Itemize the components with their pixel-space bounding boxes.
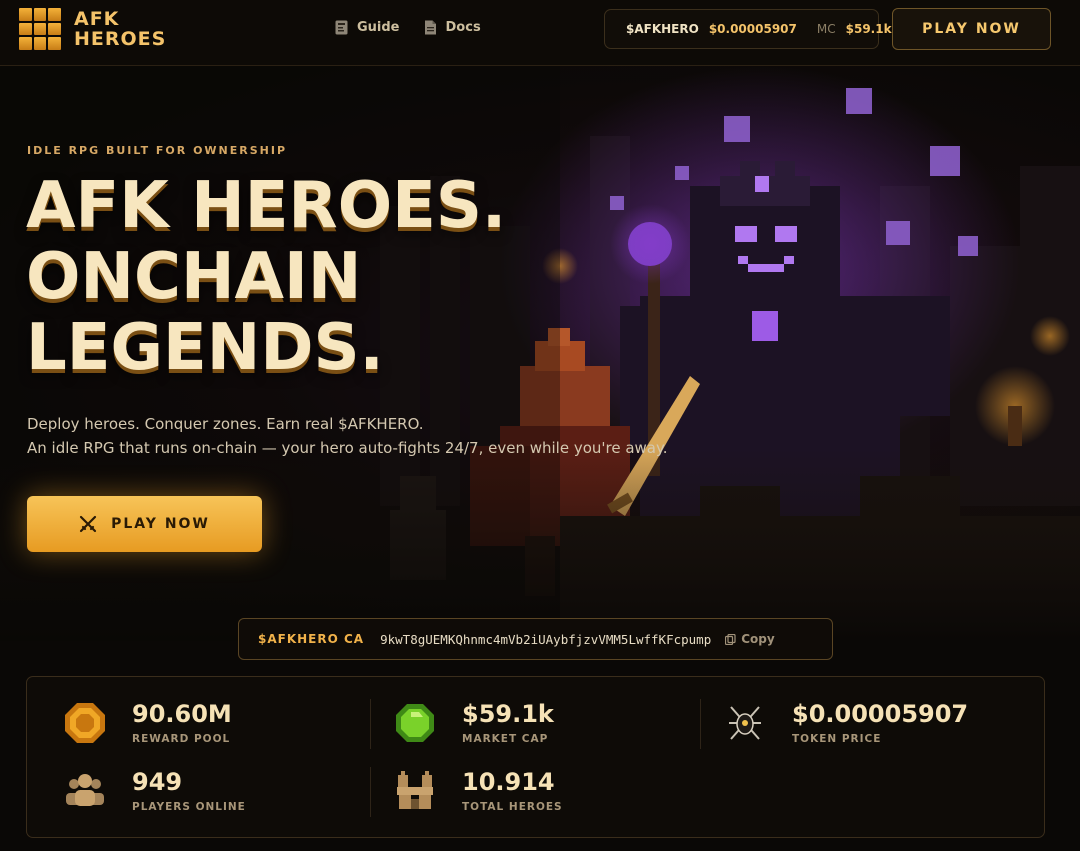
logo-line-2: HEROES	[74, 28, 167, 50]
logo-line-1: AFK	[74, 8, 120, 30]
contract-address-bar: $AFKHERO CA 9kwT8gUEMKQhnmc4mVb2iUAybfjz…	[238, 618, 833, 660]
stats-divider	[370, 699, 371, 749]
hero-section: IDLE RPG BUILT FOR OWNERSHIP AFK HEROES.…	[0, 66, 1080, 641]
headline-line-3: LEGENDS.	[26, 311, 384, 385]
nav-link-docs[interactable]: Docs	[424, 20, 481, 35]
token-ticker: $AFKHERO $0.00005907 MC $59.1k	[604, 9, 892, 49]
nav-links: Guide Docs	[335, 20, 481, 35]
gold-coin-icon	[65, 703, 105, 743]
hero-play-now-button[interactable]: PLAY NOW	[27, 496, 262, 552]
copy-icon	[725, 633, 736, 645]
stat-reward-pool: 90.60M REWARD POOL	[63, 701, 232, 745]
stat-label: PLAYERS ONLINE	[132, 801, 246, 813]
nav-link-guide[interactable]: Guide	[335, 20, 400, 35]
contract-label: $AFKHERO CA	[258, 632, 365, 646]
stat-label: REWARD POOL	[132, 733, 231, 745]
hero-subtitle-line-2: An idle RPG that runs on-chain — your he…	[27, 439, 668, 457]
stat-value: $0.00005907	[792, 700, 969, 728]
spider-token-icon	[729, 706, 761, 740]
logo-grid-icon	[19, 8, 61, 50]
top-nav: AFK HEROES Guide Docs $AFKHERO $0.000059…	[0, 0, 1080, 66]
headline-line-1: AFK HEROES.	[26, 169, 507, 243]
stat-label: TOKEN PRICE	[792, 733, 882, 745]
logo[interactable]: AFK HEROES	[19, 8, 166, 50]
ticker-mc-label: MC	[816, 22, 836, 36]
stat-players-online: 949 PLAYERS ONLINE	[63, 769, 246, 813]
contract-address[interactable]: 9kwT8gUEMKQhnmc4mVb2iUAybfjzvVMM5LwffKFc…	[380, 632, 711, 647]
ticker-symbol: $AFKHERO	[626, 22, 699, 36]
hero-eyebrow: IDLE RPG BUILT FOR OWNERSHIP	[27, 144, 288, 157]
stat-label: MARKET CAP	[462, 733, 549, 745]
token-diamond-icon	[614, 25, 622, 33]
ticker-price: $0.00005907	[708, 22, 797, 36]
stat-market-cap: $59.1k MARKET CAP	[393, 701, 554, 745]
hero-headline: AFK HEROES. ONCHAIN LEGENDS.	[26, 171, 626, 384]
stat-value: 90.60M	[132, 700, 232, 728]
hero-subtitle-line-1: Deploy heroes. Conquer zones. Earn real …	[27, 415, 424, 433]
logo-text: AFK HEROES	[74, 9, 166, 49]
nav-link-guide-label: Guide	[357, 20, 400, 35]
castle-icon	[397, 771, 433, 809]
players-icon	[66, 774, 104, 806]
stat-value: 10.914	[462, 768, 555, 796]
copy-label: Copy	[741, 632, 775, 646]
stat-token-price: $0.00005907 TOKEN PRICE	[723, 701, 968, 745]
copy-button[interactable]: Copy	[725, 632, 775, 646]
stat-label: TOTAL HEROES	[462, 801, 563, 813]
stat-value: $59.1k	[462, 700, 554, 728]
crossed-swords-icon	[80, 515, 97, 533]
document-icon	[424, 20, 436, 35]
book-icon	[335, 20, 348, 35]
ticker-mc-value: $59.1k	[845, 22, 892, 36]
hero-subtitle: Deploy heroes. Conquer zones. Earn real …	[27, 412, 727, 460]
stat-total-heroes: 10.914 TOTAL HEROES	[393, 769, 563, 813]
green-gem-icon	[396, 704, 434, 742]
stats-panel: 90.60M REWARD POOL $59.1k MARKET CAP $0.…	[26, 676, 1045, 838]
nav-play-now-button[interactable]: PLAY NOW	[892, 8, 1051, 50]
hero-play-now-label: PLAY NOW	[111, 516, 210, 532]
nav-link-docs-label: Docs	[445, 20, 481, 35]
headline-line-2: ONCHAIN	[26, 240, 362, 314]
page: AFK HEROES Guide Docs $AFKHERO $0.000059…	[0, 0, 1080, 851]
stats-divider	[700, 699, 701, 749]
stat-value: 949	[132, 768, 183, 796]
stats-divider	[370, 767, 371, 817]
